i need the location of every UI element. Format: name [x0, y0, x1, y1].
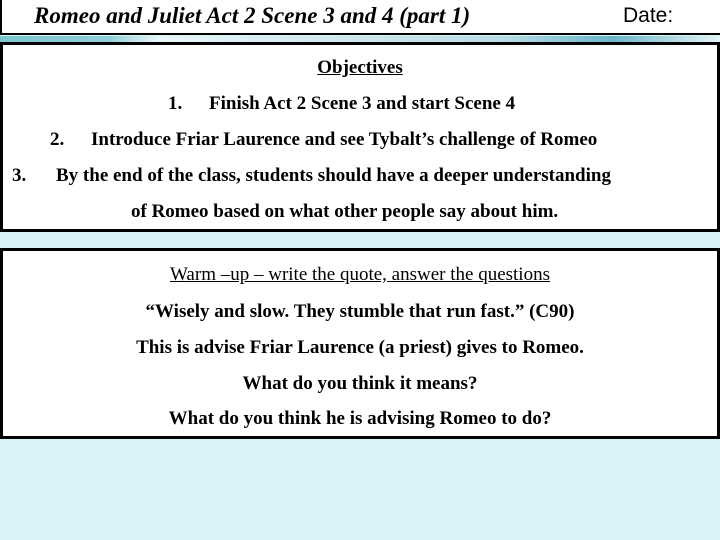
warmup-question-2: What do you think he is advising Romeo t… [168, 408, 552, 429]
warmup-context: This is advise Friar Laurence (a priest)… [136, 337, 584, 358]
warmup-heading: Warm –up – write the quote, answer the q… [170, 264, 550, 285]
objectives-heading: Objectives [317, 57, 403, 78]
objective-1-number: 1. [168, 93, 183, 114]
objective-3-continuation: of Romeo based on what other people say … [131, 201, 559, 222]
objective-2-text: Introduce Friar Laurence and see Tybalt’… [91, 129, 598, 150]
objective-2-number: 2. [50, 129, 65, 150]
objective-3-text: By the end of the class, students should… [56, 165, 611, 186]
lesson-title: Romeo and Juliet Act 2 Scene 3 and 4 (pa… [34, 3, 471, 28]
warmup-box: Warm –up – write the quote, answer the q… [0, 248, 720, 439]
title-bar: Romeo and Juliet Act 2 Scene 3 and 4 (pa… [0, 0, 720, 35]
date-label: Date: [623, 4, 674, 27]
warmup-quote: “Wisely and slow. They stumble that run … [145, 301, 575, 322]
objective-3-number: 3. [12, 165, 27, 186]
objectives-box: Objectives 1. Finish Act 2 Scene 3 and s… [0, 42, 720, 232]
warmup-question-1: What do you think it means? [242, 373, 478, 394]
objective-1-text: Finish Act 2 Scene 3 and start Scene 4 [209, 93, 516, 114]
